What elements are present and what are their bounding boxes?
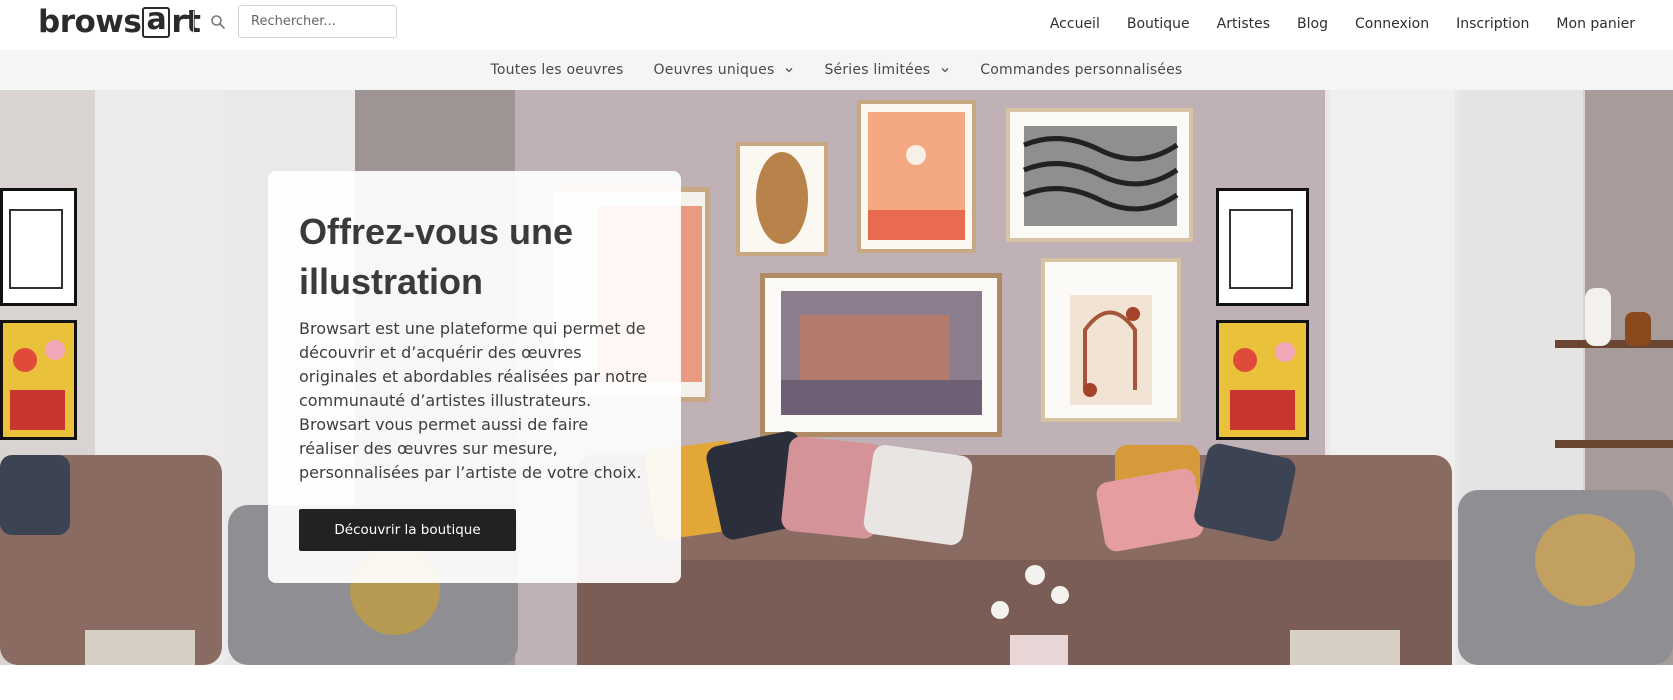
- main-nav: Accueil Boutique Artistes Blog Connexion…: [1050, 0, 1635, 48]
- subnav-label: Oeuvres uniques: [653, 62, 775, 78]
- discover-shop-button[interactable]: Découvrir la boutique: [299, 509, 516, 551]
- top-header: browsart Accueil Boutique Artistes Blog …: [0, 0, 1673, 50]
- hero-card: Offrez-vous une illustration Browsart es…: [268, 171, 681, 583]
- nav-accueil[interactable]: Accueil: [1050, 16, 1100, 32]
- subnav-label: Toutes les oeuvres: [490, 62, 624, 78]
- living-room-background-image: [0, 90, 1673, 665]
- nav-artistes[interactable]: Artistes: [1217, 16, 1270, 32]
- hero-title-line-2: illustration: [299, 261, 484, 302]
- hero-title: Offrez-vous une illustration: [299, 207, 650, 307]
- nav-mon-panier[interactable]: Mon panier: [1556, 16, 1635, 32]
- hero-paragraph-1: Browsart est une plateforme qui permet d…: [299, 319, 648, 410]
- subnav-toutes-les-oeuvres[interactable]: Toutes les oeuvres: [491, 62, 624, 78]
- hero-paragraph-2: Browsart vous permet aussi de faire réal…: [299, 415, 642, 482]
- chevron-down-icon: [785, 68, 793, 73]
- search-icon[interactable]: [210, 14, 226, 30]
- logo-text-start: brows: [38, 4, 142, 40]
- subnav-series-limitees[interactable]: Séries limitées: [824, 62, 950, 78]
- header-divider: [193, 11, 194, 33]
- nav-boutique[interactable]: Boutique: [1127, 16, 1190, 32]
- nav-connexion[interactable]: Connexion: [1355, 16, 1429, 32]
- subnav-label: Séries limitées: [824, 62, 931, 78]
- browsart-logo[interactable]: brows a rt: [38, 2, 201, 42]
- logo-boxed-letter: a: [142, 4, 171, 38]
- search-input[interactable]: [238, 5, 397, 38]
- subnav-label: Commandes personnalisées: [980, 62, 1183, 78]
- nav-inscription[interactable]: Inscription: [1456, 16, 1529, 32]
- logo-text-end: rt: [171, 4, 201, 40]
- hero-description: Browsart est une plateforme qui permet d…: [299, 317, 650, 485]
- hero-banner: Offrez-vous une illustration Browsart es…: [0, 90, 1673, 665]
- nav-blog[interactable]: Blog: [1297, 16, 1328, 32]
- chevron-down-icon: [941, 68, 949, 73]
- subnav-oeuvres-uniques[interactable]: Oeuvres uniques: [654, 62, 795, 78]
- subnav-commandes-personnalisees[interactable]: Commandes personnalisées: [980, 62, 1182, 78]
- category-subnav: Toutes les oeuvres Oeuvres uniques Série…: [0, 50, 1673, 90]
- hero-title-line-1: Offrez-vous une: [299, 211, 574, 252]
